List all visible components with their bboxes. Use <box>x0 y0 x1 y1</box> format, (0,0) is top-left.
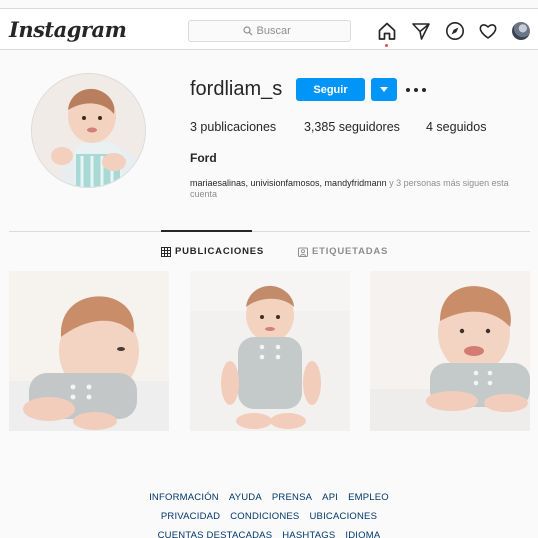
chevron-down-icon <box>380 87 388 92</box>
footer-link-language[interactable]: IDIOMA <box>345 530 380 538</box>
grid-icon <box>161 246 171 257</box>
follow-button[interactable]: Seguir <box>296 78 365 101</box>
explore-compass-icon[interactable] <box>445 21 465 41</box>
footer-link-locations[interactable]: UBICACIONES <box>309 511 377 522</box>
footer-links-row-1: INFORMACIÓN AYUDA PRENSA API EMPLEO <box>0 492 538 503</box>
post-thumbnail[interactable] <box>370 271 530 431</box>
search-input[interactable] <box>256 25 297 37</box>
tabs-divider <box>9 231 530 232</box>
user-avatar[interactable] <box>512 22 530 40</box>
footer-link-privacy[interactable]: PRIVACIDAD <box>161 511 220 522</box>
followed-by-names[interactable]: mariaesalinas, univisionfamosos, mandyfr… <box>190 178 387 188</box>
tab-posts[interactable]: PUBLICACIONES <box>161 246 264 257</box>
tagged-person-icon <box>298 247 308 257</box>
top-navigation-bar: Instagram <box>0 8 538 50</box>
footer-link-hashtags[interactable]: HASHTAGS <box>282 530 335 538</box>
profile-photo-baby <box>32 74 145 187</box>
post-thumbnail[interactable] <box>9 271 169 431</box>
active-tab-indicator <box>161 230 252 232</box>
footer-link-about[interactable]: INFORMACIÓN <box>149 492 219 503</box>
footer-links-row-2: PRIVACIDAD CONDICIONES UBICACIONES <box>0 511 538 522</box>
search-box[interactable] <box>188 20 351 42</box>
search-icon <box>242 26 252 36</box>
posts-count: 3 publicaciones <box>190 120 277 134</box>
post-photo-baby-sitting <box>190 271 350 431</box>
following-count[interactable]: 4 seguidos <box>426 120 486 134</box>
profile-picture[interactable] <box>31 73 146 188</box>
home-icon[interactable] <box>377 21 397 41</box>
tab-tagged-label: ETIQUETADAS <box>312 246 389 257</box>
more-options-button[interactable] <box>406 84 426 96</box>
footer-link-api[interactable]: API <box>322 492 338 503</box>
footer-link-jobs[interactable]: EMPLEO <box>348 492 389 503</box>
post-photo-baby-lying <box>9 271 169 431</box>
tab-posts-label: PUBLICACIONES <box>175 246 265 257</box>
tab-tagged[interactable]: ETIQUETADAS <box>298 246 388 257</box>
post-thumbnail[interactable] <box>190 271 350 431</box>
more-dot <box>422 88 426 92</box>
post-photo-baby-smiling <box>370 271 530 431</box>
suggested-accounts-dropdown-button[interactable] <box>371 78 397 101</box>
followed-by-text[interactable]: mariaesalinas, univisionfamosos, mandyfr… <box>190 178 530 200</box>
footer-link-top-accounts[interactable]: CUENTAS DESTACADAS <box>158 530 273 538</box>
profile-full-name: Ford <box>190 151 217 165</box>
more-dot <box>406 88 410 92</box>
profile-username: fordliam_s <box>190 78 283 100</box>
footer-link-terms[interactable]: CONDICIONES <box>230 511 299 522</box>
instagram-logo[interactable]: Instagram <box>9 17 127 42</box>
home-active-dot <box>385 44 388 47</box>
footer-links-row-3: CUENTAS DESTACADAS HASHTAGS IDIOMA <box>0 530 538 538</box>
activity-heart-icon[interactable] <box>478 21 498 41</box>
direct-messages-icon[interactable] <box>411 21 431 41</box>
footer-link-press[interactable]: PRENSA <box>272 492 312 503</box>
more-dot <box>414 88 418 92</box>
followers-count[interactable]: 3,385 seguidores <box>304 120 400 134</box>
footer-link-help[interactable]: AYUDA <box>229 492 262 503</box>
